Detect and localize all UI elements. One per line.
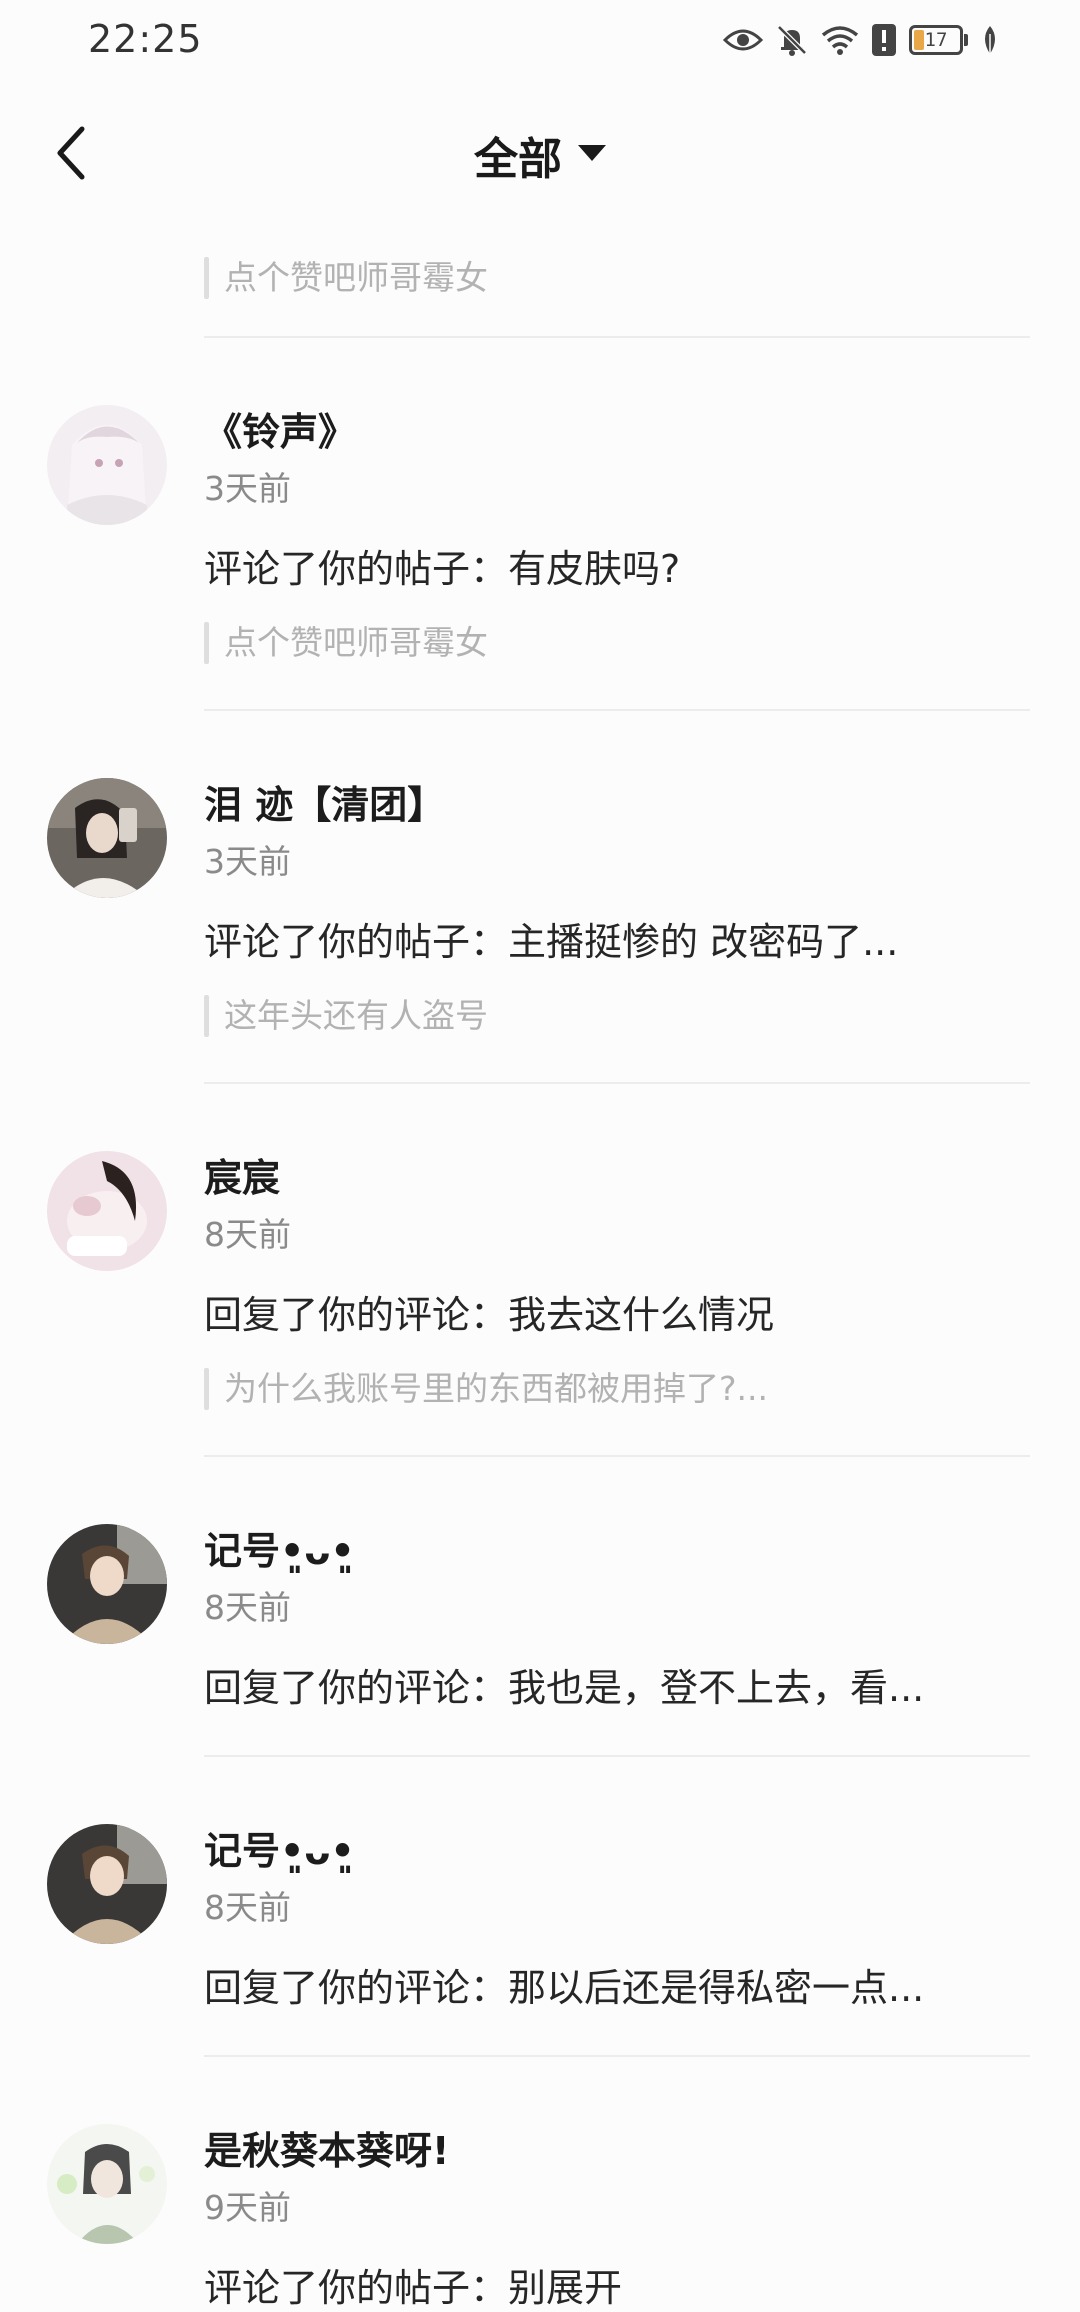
username[interactable]: 泪 迹【清团】 <box>204 775 1030 835</box>
comment-text: 回复了你的评论：我去这什么情况 <box>204 1293 775 1337</box>
avatar[interactable] <box>47 1824 167 1944</box>
username[interactable]: 是秋葵本葵呀! <box>204 2121 1030 2181</box>
avatar[interactable] <box>47 1524 167 1644</box>
timestamp: 3天前 <box>204 469 291 508</box>
battery-level: 17 <box>924 29 948 51</box>
status-time: 22:25 <box>88 17 203 61</box>
battery-icon: 17 <box>909 25 968 55</box>
chevron-left-icon <box>52 123 92 187</box>
username[interactable]: 记号•͈ᴗ•͈ <box>204 1521 1030 1581</box>
notification-body: 记号•͈ᴗ•͈ 8天前 回复了你的评论：那以后还是得私密一点... <box>204 1757 1030 2021</box>
bell-off-icon <box>775 23 809 57</box>
notifications-screen: 22:25 17 全部 点个赞吧师哥霉女 《铃声》 3天前 评论了你的帖子：有皮… <box>0 0 1080 2312</box>
battery-fill <box>914 30 924 50</box>
quoted-content[interactable]: 这年头还有人盗号 <box>204 991 824 1041</box>
avatar[interactable] <box>47 2124 167 2244</box>
notification-item[interactable]: 记号•͈ᴗ•͈ 8天前 回复了你的评论：那以后还是得私密一点... <box>0 1757 1080 2057</box>
notification-body: 记号•͈ᴗ•͈ 8天前 回复了你的评论：我也是，登不上去，看... <box>204 1457 1030 1721</box>
notification-item[interactable]: 泪 迹【清团】 3天前 评论了你的帖子：主播挺惨的 改密码了... 这年头还有人… <box>0 711 1080 1084</box>
battery-indicator: 17 <box>909 25 963 55</box>
timestamp: 8天前 <box>204 1888 291 1927</box>
notification-body: 宸宸 8天前 回复了你的评论：我去这什么情况 为什么我账号里的东西都被用掉了?.… <box>204 1084 1030 1414</box>
quoted-content[interactable]: 为什么我账号里的东西都被用掉了?... <box>204 1364 824 1414</box>
filter-title: 全部 <box>474 134 562 185</box>
avatar[interactable] <box>47 1151 167 1271</box>
timestamp: 9天前 <box>204 2188 291 2227</box>
status-icons: 17 <box>723 20 1000 60</box>
avatar[interactable] <box>47 778 167 898</box>
username[interactable]: 《铃声》 <box>204 402 1030 462</box>
comment-text: 回复了你的评论：我也是，登不上去，看... <box>204 1666 925 1710</box>
comment-text: 评论了你的帖子：主播挺惨的 改密码了... <box>204 920 899 964</box>
avatar[interactable] <box>47 405 167 525</box>
notification-body: 泪 迹【清团】 3天前 评论了你的帖子：主播挺惨的 改密码了... 这年头还有人… <box>204 711 1030 1041</box>
status-bar: 22:25 17 <box>0 0 1080 84</box>
notification-item[interactable]: 宸宸 8天前 回复了你的评论：我去这什么情况 为什么我账号里的东西都被用掉了?.… <box>0 1084 1080 1457</box>
timestamp: 8天前 <box>204 1588 291 1627</box>
username[interactable]: 记号•͈ᴗ•͈ <box>204 1821 1030 1881</box>
notification-body: 是秋葵本葵呀! 9天前 评论了你的帖子：别展开 <box>204 2057 1030 2312</box>
quoted-content[interactable]: 点个赞吧师哥霉女 <box>204 618 824 668</box>
notification-body: 《铃声》 3天前 评论了你的帖子：有皮肤吗? 点个赞吧师哥霉女 <box>204 338 1030 668</box>
quoted-content: 点个赞吧师哥霉女 <box>204 253 824 303</box>
notification-body: 点个赞吧师哥霉女 <box>204 210 1030 303</box>
alert-icon <box>871 23 897 57</box>
notification-item[interactable]: 《铃声》 3天前 评论了你的帖子：有皮肤吗? 点个赞吧师哥霉女 <box>0 338 1080 711</box>
comment-text: 评论了你的帖子：有皮肤吗? <box>204 547 681 591</box>
back-button[interactable] <box>42 122 102 188</box>
comment-text: 回复了你的评论：那以后还是得私密一点... <box>204 1966 925 2010</box>
caret-down-icon <box>578 143 606 167</box>
notification-item[interactable]: 是秋葵本葵呀! 9天前 评论了你的帖子：别展开 <box>0 2057 1080 2312</box>
battery-tip <box>964 34 968 46</box>
leaf-icon <box>980 24 1000 56</box>
eye-icon <box>723 25 763 55</box>
timestamp: 8天前 <box>204 1215 291 1254</box>
notification-list: 点个赞吧师哥霉女 《铃声》 3天前 评论了你的帖子：有皮肤吗? 点个赞吧师哥霉女… <box>0 210 1080 2312</box>
comment-text: 评论了你的帖子：别展开 <box>204 2266 623 2310</box>
filter-dropdown[interactable]: 全部 <box>440 122 640 188</box>
notification-item[interactable]: 记号•͈ᴗ•͈ 8天前 回复了你的评论：我也是，登不上去，看... <box>0 1457 1080 1757</box>
header: 全部 <box>0 100 1080 210</box>
notification-item-partial[interactable]: 点个赞吧师哥霉女 <box>0 210 1080 338</box>
timestamp: 3天前 <box>204 842 291 881</box>
username[interactable]: 宸宸 <box>204 1148 1030 1208</box>
wifi-icon <box>821 24 859 56</box>
